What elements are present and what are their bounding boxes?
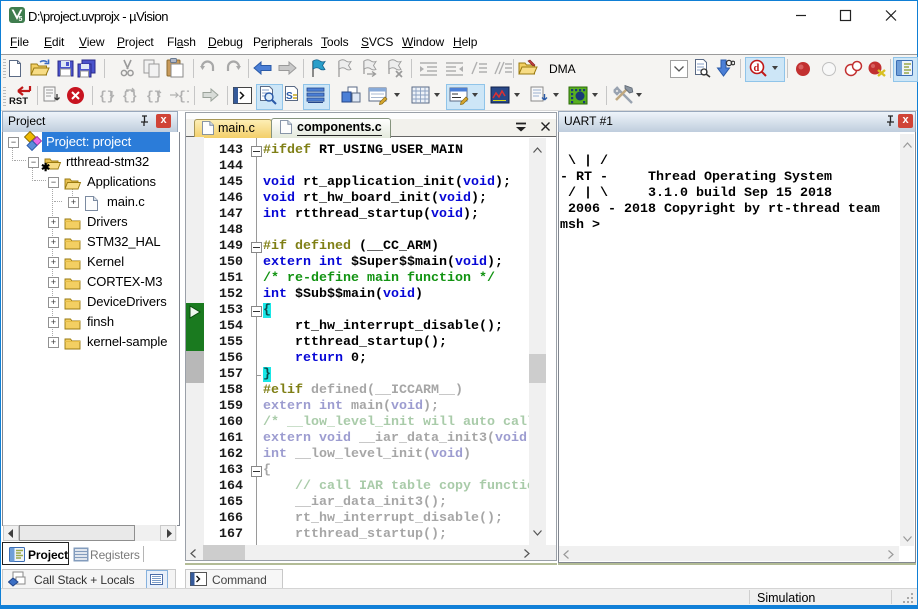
svg-text:S: S	[286, 91, 293, 102]
svg-text:{}: {}	[122, 89, 138, 104]
svg-text:5: 5	[19, 16, 23, 23]
svg-text:d: d	[754, 63, 760, 74]
svg-text:{}: {}	[178, 89, 189, 104]
